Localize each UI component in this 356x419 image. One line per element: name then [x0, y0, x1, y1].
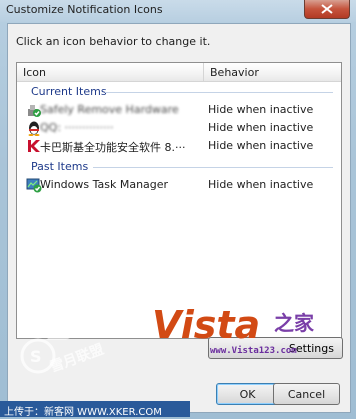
- svg-text:之家: 之家: [274, 311, 315, 335]
- svg-text:雪月联盟: 雪月联盟: [48, 341, 106, 376]
- list-item[interactable]: QQ: ·············· Hide when inactive: [17, 119, 341, 137]
- bottom-watermark-text: 上传于：新客网 WWW.XKER.COM: [4, 407, 162, 418]
- title-bar[interactable]: Customize Notification Icons: [0, 0, 356, 22]
- close-icon: [321, 4, 333, 14]
- list-item[interactable]: 卡巴斯基全功能安全软件 8.··· Hide when inactive: [17, 137, 341, 155]
- group-divider: [93, 167, 333, 168]
- group-divider: [105, 92, 333, 93]
- item-behavior[interactable]: Hide when inactive: [208, 121, 313, 134]
- notification-icons-list[interactable]: Icon Behavior Current Items Safely Remov…: [16, 62, 342, 339]
- list-header: Icon Behavior: [17, 63, 341, 82]
- vista-watermark-logo: Vista 之家 www.Vista123.com: [152, 303, 315, 356]
- cancel-button[interactable]: Cancel: [273, 383, 340, 405]
- list-item[interactable]: Safely Remove Hardware Hide when inactiv…: [17, 101, 341, 119]
- svg-text:S: S: [30, 347, 42, 366]
- group-title-current-items: Current Items: [31, 85, 107, 98]
- item-name: 卡巴斯基全功能安全软件 8.···: [40, 141, 186, 154]
- item-name: QQ: ··············: [40, 121, 114, 134]
- item-behavior[interactable]: Hide when inactive: [208, 178, 313, 191]
- instruction-text: Click an icon behavior to change it.: [16, 35, 211, 48]
- item-name: Safely Remove Hardware: [40, 103, 179, 116]
- bottom-watermark-bar: 上传于：新客网 WWW.XKER.COM: [0, 401, 190, 418]
- close-button[interactable]: [304, 0, 350, 19]
- ok-button[interactable]: OK: [216, 383, 279, 405]
- column-header-behavior[interactable]: Behavior: [204, 63, 341, 81]
- group-title-past-items: Past Items: [31, 160, 89, 173]
- left-watermark-emblem: S 雪月联盟: [20, 316, 106, 376]
- item-name: Windows Task Manager: [40, 178, 169, 191]
- item-behavior[interactable]: Hide when inactive: [208, 103, 313, 116]
- window-title: Customize Notification Icons: [6, 3, 163, 16]
- svg-text:www.Vista123.com: www.Vista123.com: [210, 345, 297, 356]
- item-behavior[interactable]: Hide when inactive: [208, 139, 313, 152]
- list-item[interactable]: Windows Task Manager Hide when inactive: [17, 176, 341, 194]
- svg-text:Vista: Vista: [152, 303, 260, 347]
- column-header-icon[interactable]: Icon: [17, 63, 204, 81]
